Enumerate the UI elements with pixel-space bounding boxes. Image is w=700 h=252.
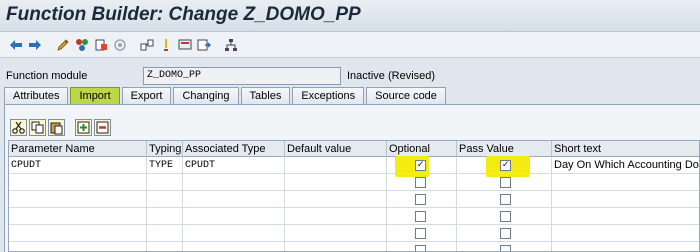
table-cell[interactable]: [457, 174, 552, 191]
table-cell[interactable]: [387, 191, 457, 208]
table-header: Parameter Name Typing Associated Type De…: [9, 141, 699, 157]
typing-cell[interactable]: TYPE: [147, 157, 183, 174]
table-cell[interactable]: [9, 191, 147, 208]
short-text-cell[interactable]: Day On Which Accounting Docu: [552, 157, 699, 174]
table-row: CPUDT TYPE CPUDT ✓ ✓ Day On Which Accoun…: [9, 157, 699, 174]
header-pass-value[interactable]: Pass Value: [457, 141, 552, 157]
table-cell[interactable]: [147, 208, 183, 225]
parameter-table: Parameter Name Typing Associated Type De…: [8, 140, 700, 252]
paste-icon[interactable]: [48, 119, 65, 136]
pass-value-checkbox[interactable]: ✓: [500, 160, 511, 171]
tab-export[interactable]: Export: [121, 87, 172, 104]
pass-value-checkbox[interactable]: [500, 228, 511, 239]
table-row: [9, 242, 699, 251]
table-row: [9, 208, 699, 225]
table-cell[interactable]: [147, 174, 183, 191]
header-short-text[interactable]: Short text: [552, 141, 699, 157]
function-module-label: Function module: [6, 70, 88, 82]
table-cell[interactable]: [9, 225, 147, 242]
display-object-icon[interactable]: [177, 37, 192, 52]
table-cell[interactable]: [387, 242, 457, 251]
table-cell[interactable]: [552, 242, 699, 251]
test-icon[interactable]: [158, 37, 173, 52]
optional-checkbox[interactable]: [415, 194, 426, 205]
table-cell[interactable]: [285, 174, 387, 191]
table-cell[interactable]: [552, 191, 699, 208]
optional-checkbox[interactable]: ✓: [415, 160, 426, 171]
table-cell[interactable]: [9, 174, 147, 191]
table-cell[interactable]: [183, 225, 285, 242]
pass-value-checkbox[interactable]: [500, 245, 511, 251]
tab-tables[interactable]: Tables: [240, 87, 291, 104]
forward-arrow-icon[interactable]: [27, 37, 42, 52]
where-used-icon[interactable]: [139, 37, 154, 52]
tab-strip: Attributes Import Export Changing Tables…: [4, 87, 448, 104]
table-cell[interactable]: [147, 225, 183, 242]
table-cell[interactable]: [387, 174, 457, 191]
tab-changing[interactable]: Changing: [173, 87, 239, 104]
table-cell[interactable]: [552, 174, 699, 191]
application-toolbar: [0, 32, 700, 58]
optional-cell: ✓: [387, 157, 457, 174]
table-row: [9, 174, 699, 191]
header-typing[interactable]: Typing: [147, 141, 183, 157]
back-arrow-icon[interactable]: [8, 37, 23, 52]
table-cell[interactable]: [457, 191, 552, 208]
pass-value-checkbox[interactable]: [500, 211, 511, 222]
table-row: [9, 225, 699, 242]
table-cell[interactable]: [183, 174, 285, 191]
tab-source-code[interactable]: Source code: [366, 87, 446, 104]
optional-checkbox[interactable]: [415, 245, 426, 251]
tab-import[interactable]: Import: [70, 87, 120, 104]
table-cell[interactable]: [285, 208, 387, 225]
optional-checkbox[interactable]: [415, 177, 426, 188]
object-list-icon[interactable]: [93, 37, 108, 52]
hierarchy-icon[interactable]: [223, 37, 238, 52]
associated-type-cell[interactable]: CPUDT: [183, 157, 285, 174]
table-row: [9, 191, 699, 208]
table-cell[interactable]: [183, 191, 285, 208]
edit-pencil-icon[interactable]: [55, 37, 70, 52]
pass-value-checkbox[interactable]: [500, 194, 511, 205]
table-cell[interactable]: [387, 225, 457, 242]
title-bar: Function Builder: Change Z_DOMO_PP: [0, 0, 700, 32]
table-cell[interactable]: [552, 208, 699, 225]
pass-value-checkbox[interactable]: [500, 177, 511, 188]
table-cell[interactable]: [552, 225, 699, 242]
table-cell[interactable]: [387, 208, 457, 225]
table-cell[interactable]: [183, 208, 285, 225]
header-parameter-name[interactable]: Parameter Name: [9, 141, 147, 157]
table-cell[interactable]: [9, 242, 147, 251]
optional-checkbox[interactable]: [415, 228, 426, 239]
header-default-value[interactable]: Default value: [285, 141, 387, 157]
activate-icon[interactable]: [112, 37, 127, 52]
table-cell[interactable]: [147, 242, 183, 251]
default-value-cell[interactable]: [285, 157, 387, 174]
parameter-name-cell[interactable]: CPUDT: [9, 157, 147, 174]
insert-row-icon[interactable]: [75, 119, 92, 136]
pass-value-cell: ✓: [457, 157, 552, 174]
table-cell[interactable]: [285, 225, 387, 242]
tab-attributes[interactable]: Attributes: [4, 87, 69, 104]
tab-exceptions[interactable]: Exceptions: [292, 87, 365, 104]
delete-row-icon[interactable]: [94, 119, 111, 136]
table-cell[interactable]: [457, 225, 552, 242]
activation-status: Inactive (Revised): [347, 70, 436, 82]
table-cell[interactable]: [457, 242, 552, 251]
table-cell[interactable]: [285, 191, 387, 208]
function-module-field[interactable]: Z_DOMO_PP: [143, 67, 341, 85]
optional-checkbox[interactable]: [415, 211, 426, 222]
cut-icon[interactable]: [10, 119, 27, 136]
header-optional[interactable]: Optional: [387, 141, 457, 157]
page-title: Function Builder: Change Z_DOMO_PP: [6, 4, 361, 25]
table-cell[interactable]: [147, 191, 183, 208]
check-syntax-icon[interactable]: [74, 37, 89, 52]
table-cell[interactable]: [457, 208, 552, 225]
navigate-icon[interactable]: [196, 37, 211, 52]
table-cell[interactable]: [285, 242, 387, 251]
table-cell[interactable]: [183, 242, 285, 251]
table-cell[interactable]: [9, 208, 147, 225]
header-associated-type[interactable]: Associated Type: [183, 141, 285, 157]
copy-icon[interactable]: [29, 119, 46, 136]
